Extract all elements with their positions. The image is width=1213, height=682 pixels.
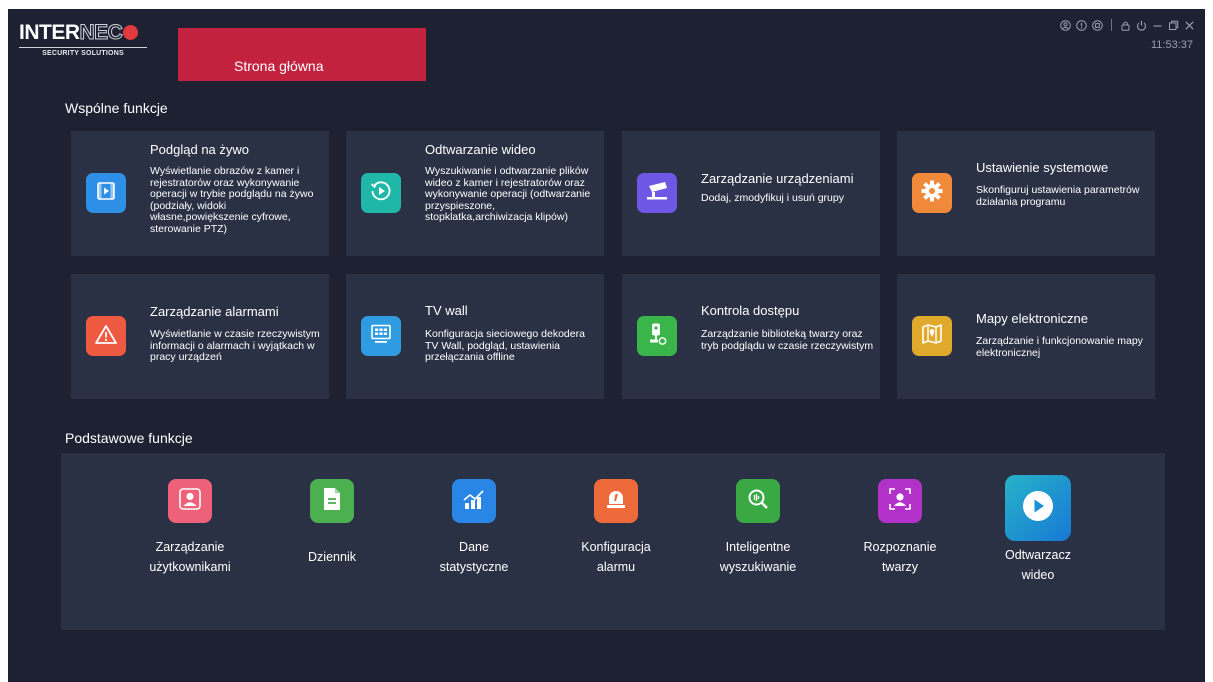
logo-circle-icon xyxy=(123,25,139,40)
basic-icon-tile xyxy=(452,479,496,523)
user-management-icon xyxy=(177,486,203,517)
section-title-common: Wspólne funkcje xyxy=(65,100,168,116)
card-icon-tile xyxy=(361,316,401,356)
card-title: Podgląd na żywo xyxy=(150,142,250,157)
video-player-icon xyxy=(1020,488,1056,529)
minimize-icon[interactable] xyxy=(1152,20,1163,31)
basic-item-statistics[interactable]: Dane statystyczne xyxy=(404,479,544,577)
card-description: Konfiguracja sieciowego dekodera TV Wall… xyxy=(425,329,585,363)
basic-item-log[interactable]: Dziennik xyxy=(262,479,402,567)
basic-item-label: Konfiguracja alarmu xyxy=(581,540,651,574)
camera-device-icon xyxy=(644,180,670,207)
card-title: Zarządzanie alarmami xyxy=(150,304,279,319)
map-icon xyxy=(920,323,944,350)
card-title: Mapy elektroniczne xyxy=(976,311,1088,326)
card-system-settings[interactable]: Ustawienie systemowe Skonfiguruj ustawie… xyxy=(897,131,1155,256)
info-icon[interactable] xyxy=(1076,19,1087,31)
basic-item-label: Rozpoznanie twarzy xyxy=(863,540,937,574)
warning-icon xyxy=(94,323,118,350)
card-description: Dodaj, zmodyfikuj i usuń grupy xyxy=(701,193,844,204)
basic-item-alarm-config[interactable]: Konfiguracja alarmu xyxy=(546,479,686,577)
power-icon[interactable] xyxy=(1136,20,1147,31)
card-device-management[interactable]: Zarządzanie urządzeniami Dodaj, zmodyfik… xyxy=(622,131,880,256)
basic-icon-tile xyxy=(736,479,780,523)
card-description: Skonfiguruj ustawienia parametrów działa… xyxy=(976,185,1140,208)
close-icon[interactable] xyxy=(1184,20,1195,31)
card-icon-tile xyxy=(912,173,952,213)
live-view-icon xyxy=(95,180,117,207)
logo-text-inter: INTER xyxy=(19,21,80,44)
card-icon-tile xyxy=(361,173,401,213)
clock: 11:53:37 xyxy=(1150,39,1193,51)
face-recognition-icon xyxy=(887,486,913,517)
logo-subtitle: SECURITY SOLUTIONS xyxy=(19,47,147,57)
card-alarm-management[interactable]: Zarządzanie alarmami Wyświetlanie w czas… xyxy=(71,274,329,399)
card-icon-tile xyxy=(912,316,952,356)
basic-icon-tile xyxy=(878,479,922,523)
log-icon xyxy=(321,486,343,517)
access-control-icon xyxy=(646,322,668,351)
card-title: TV wall xyxy=(425,303,468,318)
basic-item-video-player[interactable]: Odtwarzacz wideo xyxy=(968,475,1108,585)
basic-item-label: Zarządzanie użytkownikami xyxy=(149,540,231,574)
logo-text-nec: NEC xyxy=(79,21,123,44)
card-icon-tile xyxy=(637,173,677,213)
top-bar: INTERNEC SECURITY SOLUTIONS Strona główn… xyxy=(8,9,1205,81)
card-icon-tile xyxy=(86,173,126,213)
basic-item-label: Odtwarzacz wideo xyxy=(1005,548,1071,582)
card-title: Ustawienie systemowe xyxy=(976,160,1109,175)
basic-icon-tile xyxy=(310,479,354,523)
playback-icon xyxy=(369,179,393,208)
basic-item-label: Dziennik xyxy=(308,550,356,564)
user-icon[interactable] xyxy=(1060,19,1071,31)
basic-item-user-management[interactable]: Zarządzanie użytkownikami xyxy=(120,479,260,577)
alarm-config-icon xyxy=(603,486,629,517)
basic-item-smart-search[interactable]: Inteligentne wyszukiwanie xyxy=(688,479,828,577)
card-tv-wall[interactable]: TV wall Konfiguracja sieciowego dekodera… xyxy=(346,274,604,399)
card-description: Zarządzanie biblioteką twarzy oraz tryb … xyxy=(701,329,874,352)
gear-icon xyxy=(920,179,944,208)
basic-icon-tile xyxy=(594,479,638,523)
lock-icon[interactable] xyxy=(1120,20,1131,31)
basic-item-label: Inteligentne wyszukiwanie xyxy=(719,540,797,574)
card-title: Odtwarzanie wideo xyxy=(425,142,536,157)
app-window: INTERNEC SECURITY SOLUTIONS Strona główn… xyxy=(8,9,1205,682)
card-description: Wyświetlanie obrazów z kamer i rejestrat… xyxy=(150,166,314,235)
card-live-view[interactable]: Podgląd na żywo Wyświetlanie obrazów z k… xyxy=(71,131,329,256)
tab-home-label: Strona główna xyxy=(234,58,324,74)
card-icon-tile xyxy=(86,316,126,356)
basic-icon-tile xyxy=(1005,475,1071,541)
card-description: Wyświetlanie w czasie rzeczywistym infor… xyxy=(150,329,320,363)
window-controls xyxy=(1060,19,1195,31)
brand-logo: INTERNEC SECURITY SOLUTIONS xyxy=(19,21,169,62)
basic-item-face-recognition[interactable]: Rozpoznanie twarzy xyxy=(830,479,970,577)
card-playback[interactable]: Odtwarzanie wideo Wyszukiwanie i odtwarz… xyxy=(346,131,604,256)
section-title-basic: Podstawowe funkcje xyxy=(65,430,193,446)
basic-functions-panel: Zarządzanie użytkownikami Dziennik Dane … xyxy=(61,453,1165,630)
tab-home[interactable]: Strona główna xyxy=(178,28,426,81)
card-icon-tile xyxy=(637,316,677,356)
basic-item-label: Dane statystyczne xyxy=(439,540,509,574)
statistics-icon xyxy=(461,486,487,517)
card-title: Zarządzanie urządzeniami xyxy=(701,171,854,186)
controls-divider xyxy=(1111,19,1112,31)
card-title: Kontrola dostępu xyxy=(701,303,800,318)
card-description: Zarządzanie i funkcjonowanie mapy elektr… xyxy=(976,336,1143,359)
settings-icon[interactable] xyxy=(1092,19,1103,31)
basic-icon-tile xyxy=(168,479,212,523)
tv-wall-icon xyxy=(369,323,393,350)
card-description: Wyszukiwanie i odtwarzanie plików wideo … xyxy=(425,166,591,223)
card-access-control[interactable]: Kontrola dostępu Zarządzanie biblioteką … xyxy=(622,274,880,399)
restore-icon[interactable] xyxy=(1168,20,1179,31)
card-emap[interactable]: Mapy elektroniczne Zarządzanie i funkcjo… xyxy=(897,274,1155,399)
smart-search-icon xyxy=(745,486,771,517)
